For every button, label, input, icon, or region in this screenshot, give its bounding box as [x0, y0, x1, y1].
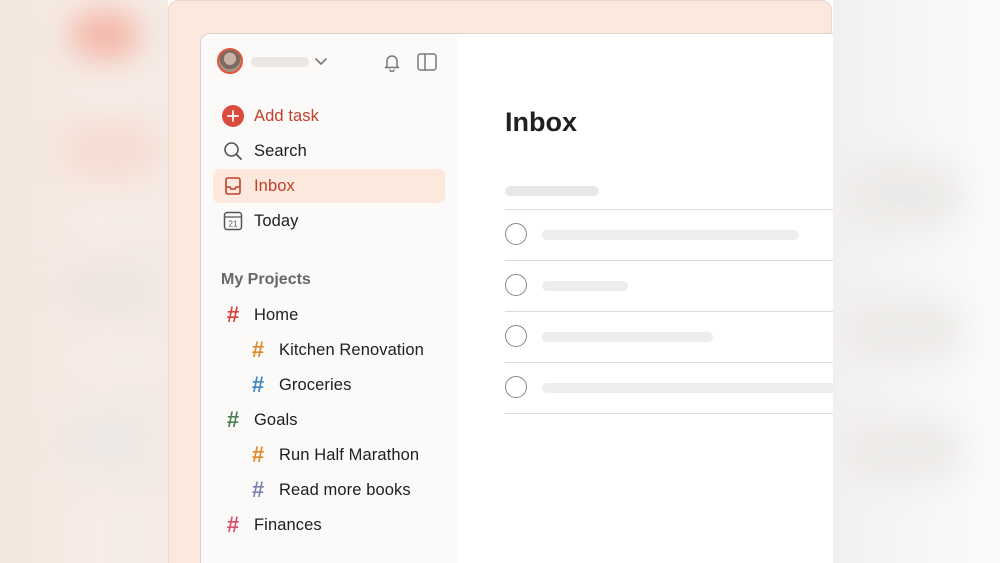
hash-icon: # [251, 372, 265, 397]
sidebar-toggle-icon[interactable] [416, 52, 438, 72]
blurred-background-right [833, 0, 1000, 563]
project-label: Read more books [279, 480, 411, 499]
inbox-icon [222, 175, 244, 197]
task-content-placeholder[interactable] [542, 281, 628, 291]
task-row[interactable] [505, 311, 833, 362]
bell-icon[interactable] [382, 52, 402, 72]
add-task-button[interactable]: Add task [213, 99, 445, 133]
main-content: Inbox [457, 34, 833, 563]
inbox-label: Inbox [254, 176, 295, 195]
task-checkbox[interactable] [505, 274, 527, 296]
user-name-placeholder[interactable] [251, 57, 309, 67]
list-divider [505, 413, 833, 414]
project-home[interactable]: # Home [222, 298, 298, 332]
project-groceries[interactable]: # Groceries [247, 368, 351, 402]
search-label: Search [254, 141, 307, 160]
task-checkbox[interactable] [505, 376, 527, 398]
sidebar: Add task Search Inbox 21 Today My Projec… [201, 34, 457, 563]
add-circle-icon [222, 105, 244, 127]
task-checkbox[interactable] [505, 325, 527, 347]
search-icon [222, 140, 244, 162]
page-title: Inbox [505, 107, 577, 137]
calendar-icon: 21 [222, 210, 244, 232]
project-label: Goals [254, 410, 298, 429]
today-label: Today [254, 211, 299, 230]
project-label: Home [254, 305, 299, 324]
sidebar-item-inbox[interactable]: Inbox [213, 169, 445, 203]
my-projects-heading[interactable]: My Projects [221, 271, 311, 289]
chevron-down-icon[interactable] [314, 54, 328, 68]
project-label: Run Half Marathon [279, 445, 420, 464]
section-header-placeholder [505, 186, 599, 196]
blurred-background-left [0, 0, 168, 563]
task-row[interactable] [505, 209, 833, 260]
project-label: Finances [254, 515, 322, 534]
task-content-placeholder[interactable] [542, 332, 713, 342]
hash-icon: # [251, 477, 265, 502]
avatar[interactable] [217, 48, 243, 74]
task-content-placeholder[interactable] [542, 383, 833, 393]
project-finances[interactable]: # Finances [222, 508, 322, 542]
app-window: Add task Search Inbox 21 Today My Projec… [200, 33, 833, 563]
sidebar-item-today[interactable]: 21 Today [213, 204, 445, 238]
project-label: Kitchen Renovation [279, 340, 424, 359]
project-label: Groceries [279, 375, 352, 394]
task-row[interactable] [505, 260, 833, 311]
hash-icon: # [226, 302, 240, 327]
hash-icon: # [226, 407, 240, 432]
hash-icon: # [251, 337, 265, 362]
project-read-more-books[interactable]: # Read more books [247, 473, 411, 507]
task-content-placeholder[interactable] [542, 230, 799, 240]
calendar-day: 21 [229, 220, 238, 229]
project-goals[interactable]: # Goals [222, 403, 298, 437]
project-run-half-marathon[interactable]: # Run Half Marathon [247, 438, 419, 472]
hash-icon: # [226, 512, 240, 537]
sidebar-item-search[interactable]: Search [213, 134, 445, 168]
task-row[interactable] [505, 362, 833, 413]
task-checkbox[interactable] [505, 223, 527, 245]
hash-icon: # [251, 442, 265, 467]
add-task-label: Add task [254, 106, 320, 125]
project-kitchen-renovation[interactable]: # Kitchen Renovation [247, 333, 424, 367]
